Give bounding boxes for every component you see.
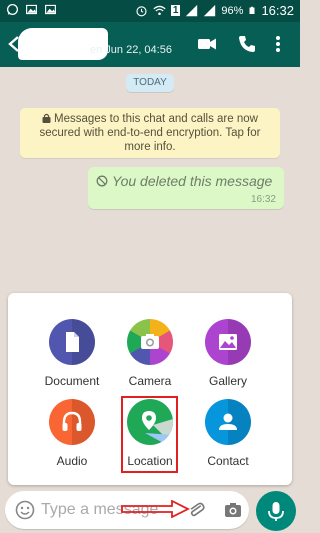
- wifi-icon: [153, 5, 166, 16]
- status-bar: 1 96% 16:32: [0, 0, 300, 22]
- gallery-label: Gallery: [208, 374, 247, 388]
- alarm-icon: [136, 6, 147, 17]
- whatsapp-notification-icon: [6, 3, 19, 16]
- encryption-notice[interactable]: Messages to this chat and calls are now …: [20, 108, 280, 158]
- microphone-icon: [268, 502, 284, 521]
- audio-label: Audio: [56, 454, 88, 468]
- gallery-icon: [205, 319, 251, 365]
- red-arrow-annotation: [121, 500, 190, 518]
- battery-icon: [249, 6, 255, 14]
- signal-icon: [186, 4, 198, 17]
- document-label: Document: [44, 374, 100, 388]
- mic-button[interactable]: [256, 491, 296, 531]
- image-notification-icon: [26, 4, 37, 15]
- more-vert-icon[interactable]: [272, 33, 284, 55]
- sim-badge: 1: [170, 5, 181, 16]
- contact-person-icon: [205, 399, 251, 445]
- last-seen-text: en Jun 22, 04:56: [90, 44, 172, 56]
- location-highlight-box: [121, 396, 178, 473]
- phone-call-icon[interactable]: [236, 33, 258, 55]
- clock: 16:32: [261, 3, 294, 18]
- camera-icon-input[interactable]: [223, 500, 243, 520]
- video-call-icon[interactable]: [196, 33, 218, 55]
- camera-icon: [127, 319, 173, 365]
- chat-header: en Jun 22, 04:56: [0, 22, 300, 67]
- date-chip: TODAY: [126, 74, 174, 92]
- contact-label: Contact: [207, 454, 249, 468]
- emoji-icon[interactable]: [15, 500, 35, 520]
- document-icon: [49, 319, 95, 365]
- attach-gallery-button[interactable]: Gallery: [188, 319, 268, 388]
- deleted-message-bubble[interactable]: You deleted this message 16:32: [88, 167, 284, 209]
- battery-percent: 96%: [221, 4, 244, 17]
- headphones-icon: [49, 399, 95, 445]
- attach-document-button[interactable]: Document: [32, 319, 112, 388]
- message-time: 16:32: [250, 194, 276, 205]
- attach-camera-button[interactable]: Camera: [110, 319, 190, 388]
- deleted-message-text: You deleted this message: [96, 173, 272, 189]
- attach-contact-button[interactable]: Contact: [188, 399, 268, 468]
- attach-audio-button[interactable]: Audio: [32, 399, 112, 468]
- camera-label: Camera: [128, 374, 172, 388]
- signal-icon-2: [204, 4, 216, 17]
- ban-icon: [96, 175, 108, 187]
- image-notification-icon-2: [45, 4, 56, 15]
- encryption-notice-text: Messages to this chat and calls are now …: [39, 113, 261, 153]
- lock-icon: [42, 113, 51, 123]
- deleted-message-label: You deleted this message: [112, 173, 273, 189]
